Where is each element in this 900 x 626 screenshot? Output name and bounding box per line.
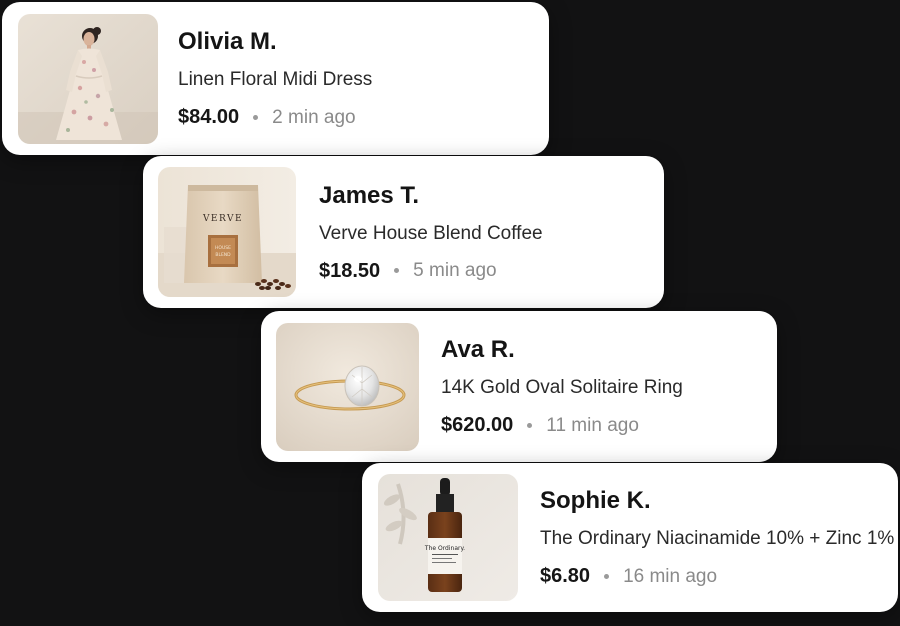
notification-text: James T. Verve House Blend Coffee $18.50… [319, 181, 543, 281]
product-name: Linen Floral Midi Dress [178, 69, 373, 90]
purchase-notification-card[interactable]: Ava R. 14K Gold Oval Solitaire Ring $620… [261, 311, 777, 462]
product-thumbnail: The Ordinary. [378, 474, 518, 601]
customer-name: Sophie K. [540, 487, 651, 514]
product-thumbnail [276, 322, 419, 451]
purchase-meta: $6.80 16 min ago [540, 566, 894, 586]
customer-name: Ava R. [441, 336, 515, 363]
purchase-notification-stack: Olivia M. Linen Floral Midi Dress $84.00… [0, 0, 900, 626]
purchase-meta: $84.00 2 min ago [178, 107, 372, 127]
customer-name: James T. [319, 181, 420, 209]
product-name: Verve House Blend Coffee [319, 222, 543, 244]
separator-dot [527, 422, 533, 428]
timestamp: 11 min ago [546, 414, 639, 436]
floral-dress-image [18, 13, 158, 144]
product-thumbnail [18, 13, 158, 144]
price: $18.50 [319, 259, 381, 282]
bag-brand-text: VERVE [202, 214, 243, 224]
svg-text:HOUSE: HOUSE [215, 245, 231, 251]
purchase-notification-card[interactable]: Olivia M. Linen Floral Midi Dress $84.00… [2, 2, 549, 155]
price: $6.80 [540, 565, 591, 587]
price: $84.00 [178, 106, 240, 128]
purchase-notification-card[interactable]: VERVE HOUSE BLEND James T. Verve House B… [143, 156, 664, 308]
notification-text: Sophie K. The Ordinary Niacinamide 10% +… [540, 487, 895, 587]
purchase-meta: $18.50 5 min ago [319, 261, 543, 281]
bottle-brand-text: The Ordinary. [424, 545, 465, 552]
timestamp: 2 min ago [272, 106, 356, 128]
purchase-notification-card[interactable]: The Ordinary. Sophie K. The Ordinary Nia… [362, 463, 898, 612]
customer-name: Olivia M. [178, 28, 277, 55]
timestamp: 16 min ago [623, 565, 718, 587]
separator-dot [394, 268, 400, 273]
gold-ring-image [276, 322, 419, 451]
svg-text:BLEND: BLEND [215, 252, 231, 258]
price: $620.00 [441, 414, 514, 436]
notification-text: Ava R. 14K Gold Oval Solitaire Ring $620… [441, 336, 683, 436]
product-name: 14K Gold Oval Solitaire Ring [441, 377, 683, 398]
product-name: The Ordinary Niacinamide 10% + Zinc 1% [540, 528, 895, 549]
serum-bottle-image: The Ordinary. [378, 474, 518, 601]
coffee-bag-image: VERVE HOUSE BLEND [158, 167, 296, 297]
notification-text: Olivia M. Linen Floral Midi Dress $84.00… [178, 28, 373, 128]
product-thumbnail: VERVE HOUSE BLEND [158, 167, 296, 297]
separator-dot [253, 114, 259, 120]
separator-dot [604, 573, 610, 579]
purchase-meta: $620.00 11 min ago [441, 415, 683, 435]
timestamp: 5 min ago [413, 260, 497, 281]
